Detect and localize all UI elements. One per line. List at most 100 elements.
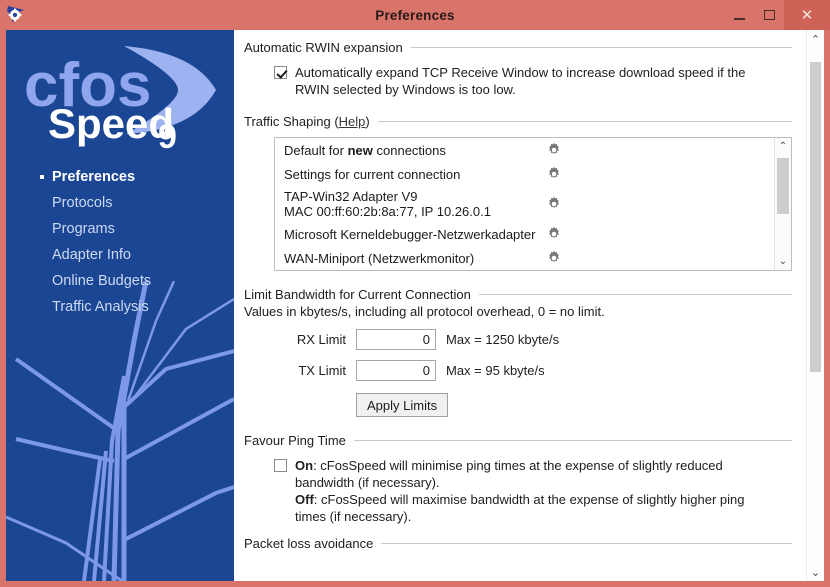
tx-limit-input[interactable] (356, 360, 436, 381)
sidebar-item-traffic-analysis[interactable]: Traffic Analysis (6, 294, 234, 320)
gear-icon[interactable] (546, 142, 562, 158)
gear-icon[interactable] (546, 226, 562, 242)
traffic-shaping-list[interactable]: Default for new connections Settings for… (274, 137, 792, 271)
help-link[interactable]: Help (339, 114, 366, 129)
window-controls: ✕ (724, 0, 830, 30)
list-scrollbar[interactable]: ⌃ ⌄ (774, 138, 791, 270)
rx-limit-max: Max = 1250 kbyte/s (446, 332, 560, 347)
minimize-button[interactable] (724, 0, 754, 30)
list-item-label: Settings for current connection (284, 166, 461, 182)
group-header-rwin: Automatic RWIN expansion (244, 40, 792, 55)
group-header-limit-bandwidth: Limit Bandwidth for Current Connection (244, 287, 792, 302)
list-item-label: WAN-Miniport (Netzwerkmonitor) (284, 250, 475, 266)
logo-version: 9 (158, 118, 177, 150)
scrollbar-thumb[interactable] (810, 62, 821, 372)
tx-limit-row: TX Limit Max = 95 kbyte/s (274, 360, 792, 381)
sidebar-item-label: Online Budgets (52, 273, 152, 289)
gear-icon[interactable] (546, 196, 562, 212)
logo-speed: Speed (48, 100, 174, 147)
sidebar-item-label: Programs (52, 221, 115, 237)
list-item-subtext: MAC 00:ff:60:2b:8a:77, IP 10.26.0.1 (284, 204, 491, 219)
group-header-packet-loss: Packet loss avoidance (244, 536, 792, 551)
list-item-label: TAP-Win32 Adapter V9 MAC 00:ff:60:2b:8a:… (284, 189, 546, 219)
scroll-up-icon[interactable]: ⌃ (775, 138, 791, 155)
ping-checkbox[interactable] (274, 459, 287, 472)
group-header-traffic-shaping: Traffic Shaping (Help) (244, 114, 792, 129)
minimize-icon (733, 17, 745, 20)
divider (410, 47, 792, 48)
title-bar: Preferences ✕ (0, 0, 830, 30)
gear-icon[interactable] (546, 166, 562, 182)
list-item-text: TAP-Win32 Adapter V9 (284, 189, 418, 204)
group-title-traffic-shaping: Traffic Shaping (Help) (244, 114, 378, 129)
preferences-window: Preferences ✕ cfos Speed 9 Preferences P… (0, 0, 830, 587)
sidebar-item-adapter-info[interactable]: Adapter Info (6, 242, 234, 268)
scroll-up-icon[interactable]: ⌃ (807, 30, 824, 48)
tx-limit-label: TX Limit (298, 363, 346, 378)
ping-off-text: : cFosSpeed will maximise bandwidth at t… (295, 492, 745, 524)
ping-checkbox-label: On: cFosSpeed will minimise ping times a… (295, 457, 765, 525)
divider (353, 440, 792, 441)
rwin-checkbox-row[interactable]: Automatically expand TCP Receive Window … (274, 64, 792, 98)
list-item[interactable]: Microsoft Kerneldebugger-Netzwerkadapter (275, 222, 774, 246)
rx-limit-label: RX Limit (296, 332, 346, 347)
window-body: cfos Speed 9 Preferences Protocols Progr… (0, 30, 830, 587)
ping-off-label: Off (295, 492, 314, 507)
sidebar-item-protocols[interactable]: Protocols (6, 190, 234, 216)
network-lines-graphic (6, 281, 234, 581)
limit-bandwidth-note: Values in kbytes/s, including all protoc… (244, 304, 605, 319)
cfosspeed-gear-icon (4, 3, 30, 27)
preferences-panel: Automatic RWIN expansion Automatically e… (234, 30, 806, 581)
ping-checkbox-row[interactable]: On: cFosSpeed will minimise ping times a… (274, 457, 792, 525)
group-title: Automatic RWIN expansion (244, 40, 403, 55)
group-title-text: Traffic Shaping ( (244, 114, 339, 129)
rx-limit-row: RX Limit Max = 1250 kbyte/s (274, 329, 792, 350)
scroll-down-icon[interactable]: ⌄ (807, 563, 824, 581)
list-item[interactable]: Default for new connections (275, 138, 774, 162)
list-item-bold: new (347, 142, 373, 158)
maximize-button[interactable] (754, 0, 784, 30)
sidebar-item-label: Preferences (52, 169, 136, 185)
scroll-down-icon[interactable]: ⌄ (775, 253, 791, 270)
list-item-label: Microsoft Kerneldebugger-Netzwerkadapter (284, 226, 536, 242)
divider (377, 121, 792, 122)
sidebar-item-online-budgets[interactable]: Online Budgets (6, 268, 234, 294)
content-area: Automatic RWIN expansion Automatically e… (234, 30, 824, 581)
divider (381, 543, 792, 544)
list-item-text-2: connections (372, 142, 446, 158)
sidebar-item-label: Adapter Info (52, 247, 131, 263)
sidebar-item-preferences[interactable]: Preferences (6, 164, 234, 190)
sidebar-item-programs[interactable]: Programs (6, 216, 234, 242)
rwin-checkbox[interactable] (274, 66, 287, 79)
scrollbar-thumb[interactable] (777, 158, 789, 214)
rx-limit-input[interactable] (356, 329, 436, 350)
maximize-icon (763, 10, 775, 20)
list-item[interactable]: TAP-Win32 Adapter V9 MAC 00:ff:60:2b:8a:… (275, 186, 774, 222)
apply-limits-button[interactable]: Apply Limits (356, 393, 449, 417)
divider (478, 294, 792, 295)
cfosspeed-logo: cfos Speed 9 (6, 38, 234, 150)
group-title: Favour Ping Time (244, 433, 346, 448)
sidebar-item-label: Traffic Analysis (52, 299, 149, 315)
list-item-label: Default for new connections (284, 143, 546, 158)
main-scrollbar[interactable]: ⌃ ⌄ (806, 30, 824, 581)
traffic-shaping-items: Default for new connections Settings for… (275, 138, 774, 270)
group-title-close: ) (365, 114, 370, 129)
list-item-text: Default for (284, 142, 348, 158)
group-title: Packet loss avoidance (244, 536, 374, 551)
list-item[interactable]: WAN-Miniport (Netzwerkmonitor) (275, 246, 774, 270)
group-header-favour-ping-time: Favour Ping Time (244, 433, 792, 448)
tx-limit-max: Max = 95 kbyte/s (446, 363, 545, 378)
ping-on-text: : cFosSpeed will minimise ping times at … (295, 458, 723, 490)
close-button[interactable]: ✕ (784, 0, 830, 30)
sidebar-nav: Preferences Protocols Programs Adapter I… (6, 164, 234, 320)
ping-on-label: On (295, 458, 314, 473)
list-item[interactable]: Settings for current connection (275, 162, 774, 186)
gear-icon[interactable] (546, 250, 562, 266)
sidebar: cfos Speed 9 Preferences Protocols Progr… (6, 30, 234, 581)
sidebar-item-label: Protocols (52, 195, 113, 211)
